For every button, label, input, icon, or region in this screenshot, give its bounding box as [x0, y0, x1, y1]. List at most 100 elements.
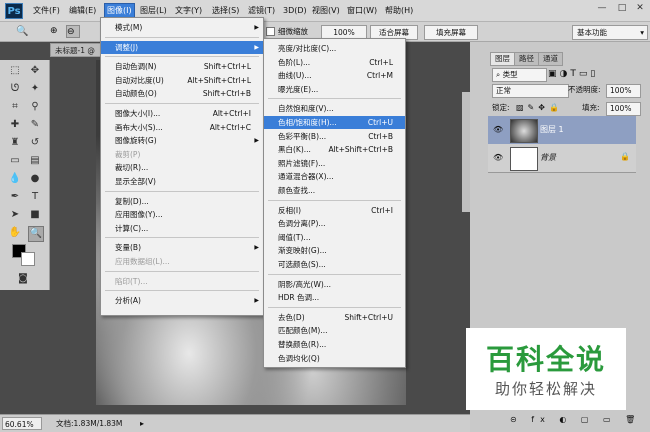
image-menu-item[interactable]: 应用图像(Y)... — [101, 208, 263, 221]
adjust-menu-item[interactable]: 曝光度(E)... — [264, 83, 405, 96]
layer-name[interactable]: 图层 1 — [540, 124, 564, 135]
adjust-menu-item[interactable]: 照片滤镜(F)... — [264, 157, 405, 170]
image-menu-item[interactable]: 自动颜色(O) Shift+Ctrl+B — [101, 87, 263, 100]
layer-row-1[interactable]: 👁 图层 1 — [488, 116, 636, 145]
image-menu-item[interactable]: 分析(A) ▶ — [101, 294, 263, 307]
brush-tool-icon[interactable]: ✎ — [28, 118, 42, 132]
image-menu-item[interactable]: 显示全部(V) — [101, 175, 263, 188]
maximize-button[interactable]: □ — [612, 2, 632, 14]
menu-separator — [268, 306, 401, 308]
adjust-menu-item[interactable]: 反相(I) Ctrl+I — [264, 204, 405, 217]
eyedropper-icon[interactable]: ⚲ — [28, 100, 42, 114]
menu-item-1[interactable]: 编辑(E) — [69, 4, 96, 18]
quick-mask-icon[interactable]: ◙ — [16, 272, 30, 286]
zoom-out-icon[interactable]: ⊖ — [66, 25, 80, 38]
image-menu-item[interactable]: 图像旋转(G) ▶ — [101, 134, 263, 147]
tab-paths[interactable]: 路径 — [514, 52, 539, 66]
adjust-menu-item[interactable]: 替换颜色(R)... — [264, 338, 405, 351]
menu-item-8[interactable]: 视图(V) — [312, 4, 340, 18]
minimize-button[interactable]: — — [592, 2, 612, 14]
fill-input[interactable]: 100% — [606, 102, 641, 116]
adjust-menu-item[interactable]: 匹配颜色(M)... — [264, 324, 405, 337]
healing-brush-icon[interactable]: ✚ — [8, 118, 22, 132]
menu-item-10[interactable]: 帮助(H) — [385, 4, 413, 18]
tab-channels[interactable]: 通道 — [538, 52, 563, 66]
visibility-eye-icon[interactable]: 👁 — [493, 153, 503, 162]
image-menu-item[interactable]: 调整(J) ▶ — [101, 40, 263, 54]
image-menu-item[interactable]: 模式(M) ▶ — [101, 21, 263, 34]
eraser-tool-icon[interactable]: ▭ — [8, 154, 22, 168]
watermark: 百科全说 助你轻松解决 — [466, 328, 626, 410]
status-menu-arrow-icon[interactable]: ▸ — [140, 418, 144, 430]
move-tool-icon[interactable]: ✥ — [28, 64, 42, 78]
layer-actions-bar[interactable]: ⊝ fx ◐ ▢ ▭ 🗑 — [510, 414, 641, 426]
zoom-tool-icon[interactable]: 🔍 — [28, 226, 44, 242]
layer-name[interactable]: 背景 — [540, 152, 556, 163]
history-brush-icon[interactable]: ↺ — [28, 136, 42, 150]
adjust-menu-item[interactable]: 曲线(U)... Ctrl+M — [264, 69, 405, 82]
path-select-icon[interactable]: ➤ — [8, 208, 22, 222]
menu-item-7[interactable]: 3D(D) — [283, 4, 307, 18]
adjust-menu-item[interactable]: 色相/饱和度(H)... Ctrl+U — [264, 116, 405, 129]
image-menu-item[interactable]: 自动对比度(U) Alt+Shift+Ctrl+L — [101, 74, 263, 87]
image-menu-item[interactable]: 画布大小(S)... Alt+Ctrl+C — [101, 121, 263, 134]
dodge-tool-icon[interactable]: ● — [28, 172, 42, 186]
menu-item-5[interactable]: 选择(S) — [212, 4, 239, 18]
adjust-menu-item[interactable]: 去色(D) Shift+Ctrl+U — [264, 311, 405, 324]
blend-mode-select[interactable]: 正常 — [492, 84, 569, 98]
menu-item-6[interactable]: 滤镜(T) — [248, 4, 275, 18]
hand-tool-icon[interactable]: ✋ — [8, 226, 22, 240]
zoom-level-field[interactable]: 60.61% — [2, 417, 42, 430]
layer-filter-select[interactable]: ⌕ 类型 — [492, 68, 547, 82]
marquee-tool-icon[interactable]: ⬚ — [8, 64, 22, 78]
blur-tool-icon[interactable]: 💧 — [8, 172, 22, 186]
image-menu-item[interactable]: 变量(B) ▶ — [101, 241, 263, 254]
document-tab[interactable]: 未标题-1 @ — [50, 43, 102, 57]
adjust-menu-item[interactable]: 渐变映射(G)... — [264, 244, 405, 257]
shape-tool-icon[interactable]: ■ — [28, 208, 42, 222]
menu-item-label: 复制(D)... — [115, 196, 149, 206]
gradient-tool-icon[interactable]: ▤ — [28, 154, 42, 168]
adjust-menu-item[interactable]: 亮度/对比度(C)... — [264, 42, 405, 55]
clone-stamp-icon[interactable]: ♜ — [8, 136, 22, 150]
visibility-eye-icon[interactable]: 👁 — [493, 125, 503, 134]
scrubby-zoom-checkbox[interactable] — [266, 27, 275, 36]
zoom-in-icon[interactable]: ⊕ — [50, 25, 64, 38]
image-menu-item[interactable]: 自动色调(N) Shift+Ctrl+L — [101, 60, 263, 73]
adjust-menu-item[interactable]: 色阶(L)... Ctrl+L — [264, 56, 405, 69]
adjust-menu-item[interactable]: 可选颜色(S)... — [264, 258, 405, 271]
adjust-menu-item[interactable]: 黑白(K)... Alt+Shift+Ctrl+B — [264, 143, 405, 156]
adjust-menu-item[interactable]: HDR 色调... — [264, 291, 405, 304]
filter-icons[interactable]: ▣◑T▭▯ — [548, 68, 598, 80]
pen-tool-icon[interactable]: ✒ — [8, 190, 22, 204]
lock-icons[interactable]: ▨✎✥🔒 — [516, 102, 563, 114]
menu-item-3[interactable]: 图层(L) — [140, 4, 167, 18]
close-button[interactable]: ✕ — [630, 2, 650, 14]
background-color-swatch[interactable] — [21, 252, 35, 266]
fill-screen-button[interactable]: 填充屏幕 — [424, 25, 478, 40]
crop-tool-icon[interactable]: ⌗ — [8, 100, 22, 114]
zoom-tool-icon[interactable]: 🔍 — [16, 25, 30, 38]
magic-wand-icon[interactable]: ✦ — [28, 82, 42, 96]
layer-row-background[interactable]: 👁 背景 🔒 — [488, 144, 636, 173]
adjust-menu-item[interactable]: 阈值(T)... — [264, 231, 405, 244]
menu-item-0[interactable]: 文件(F) — [33, 4, 60, 18]
menu-item-4[interactable]: 文字(Y) — [175, 4, 202, 18]
image-menu-item[interactable]: 图像大小(I)... Alt+Ctrl+I — [101, 107, 263, 120]
adjust-menu-item[interactable]: 通道混合器(X)... — [264, 170, 405, 183]
adjust-menu-item[interactable]: 颜色查找... — [264, 184, 405, 197]
adjust-menu-item[interactable]: 色调分离(P)... — [264, 217, 405, 230]
workspace-select[interactable]: 基本功能 ▾ — [572, 25, 648, 40]
image-menu-item[interactable]: 裁切(R)... — [101, 161, 263, 174]
adjust-menu-item[interactable]: 色彩平衡(B)... Ctrl+B — [264, 130, 405, 143]
image-menu-item[interactable]: 复制(D)... — [101, 195, 263, 208]
adjust-menu-item[interactable]: 自然饱和度(V)... — [264, 102, 405, 115]
adjust-menu-item[interactable]: 阴影/高光(W)... — [264, 278, 405, 291]
lasso-tool-icon[interactable]: ᘎ — [8, 82, 22, 96]
adjust-menu-item[interactable]: 色调均化(Q) — [264, 352, 405, 365]
image-menu-item[interactable]: 计算(C)... — [101, 222, 263, 235]
tab-layers[interactable]: 图层 — [490, 52, 515, 66]
type-tool-icon[interactable]: T — [28, 190, 42, 204]
menu-item-9[interactable]: 窗口(W) — [347, 4, 377, 18]
opacity-input[interactable]: 100% — [606, 84, 641, 98]
